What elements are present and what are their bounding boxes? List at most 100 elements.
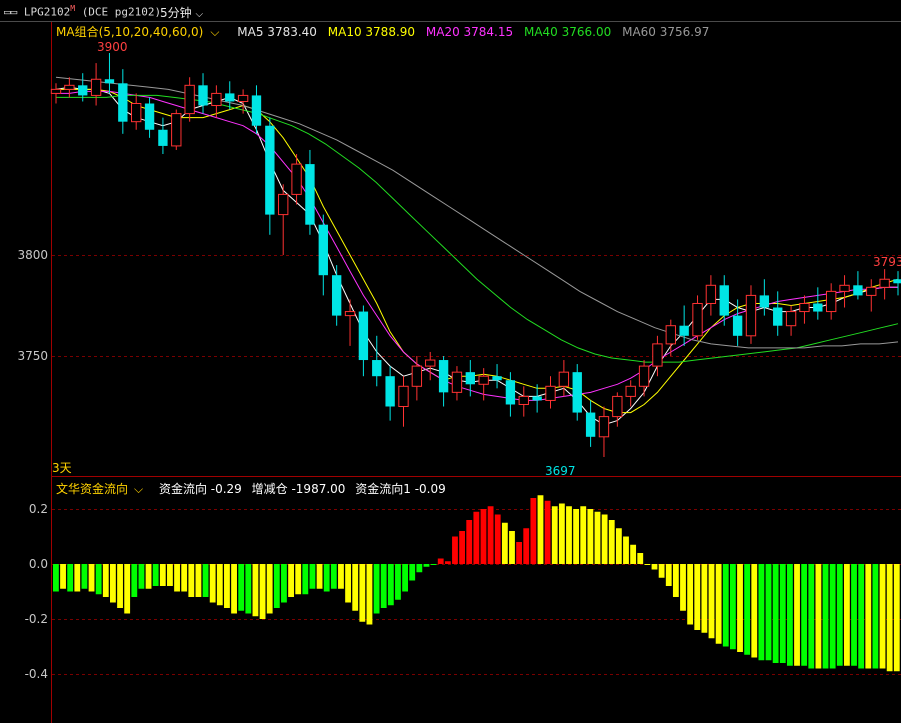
candle-body <box>131 103 142 123</box>
candle-body <box>305 164 315 225</box>
candle-body <box>866 286 877 296</box>
fund-flow-bar <box>829 564 836 669</box>
fund-flow-bar <box>608 520 615 564</box>
high-price-annotation: 3900 <box>97 40 128 54</box>
candle-body <box>839 284 850 292</box>
candle-body <box>318 224 328 276</box>
fund-flow-bar <box>665 564 672 586</box>
price-tick-label: 3800 <box>17 248 48 262</box>
fund-flow-bar <box>437 558 444 564</box>
fund-flow-bar <box>444 561 451 564</box>
ma-line-ma20 <box>56 90 898 401</box>
fund-flow-bar <box>516 542 523 564</box>
candle-body <box>465 372 475 385</box>
candle-body <box>171 113 182 147</box>
fund-flow-bar <box>288 564 294 597</box>
fund-flow-bar <box>658 564 665 578</box>
candle-body <box>78 85 88 96</box>
fund-flow-bar <box>715 564 722 644</box>
fund-flow-bar <box>744 564 751 655</box>
fund-flow-bar <box>893 564 900 672</box>
day-marker: 3天 <box>52 461 72 475</box>
fund-flow-bar <box>644 564 651 565</box>
fund-flow-bar <box>494 514 501 564</box>
fund-flow-bar <box>487 506 494 564</box>
fund-flow-bar <box>523 528 530 564</box>
candle-body <box>705 284 717 304</box>
fund-flow-bar <box>245 564 252 614</box>
fund-flow-bar <box>587 509 594 564</box>
fund-flow-bar <box>281 564 287 603</box>
fund-flow-bar <box>480 509 487 564</box>
chart-canvas[interactable]: 3800 3750 0.2 0.0 -0.2 -0.4 3900 3697 37… <box>0 0 901 723</box>
candle-body <box>759 295 770 308</box>
candle-body <box>291 163 302 195</box>
fund-flow-bar <box>751 564 758 658</box>
fund-flow-bar <box>131 564 138 597</box>
fund-flow-bar <box>808 564 815 669</box>
fund-flow-bar <box>167 564 173 586</box>
fund-flow-bar <box>509 531 515 564</box>
candle-body <box>198 85 208 106</box>
fund-flow-bar <box>551 506 558 564</box>
candle-body <box>692 302 703 337</box>
candle-body <box>90 78 102 96</box>
fund-flow-bar <box>501 522 508 564</box>
fund-flow-bar <box>202 564 209 597</box>
fund-flow-bar <box>88 564 95 592</box>
fund-flow-bar <box>836 564 843 666</box>
fund-flow-bar <box>623 536 629 564</box>
indicator-tick-label: 0.0 <box>29 557 48 571</box>
fund-flow-bar <box>708 564 715 639</box>
fund-flow-bar <box>181 564 188 592</box>
candle-body <box>358 311 369 361</box>
candle-body <box>638 365 650 387</box>
fund-flow-bar <box>594 511 601 564</box>
fund-flow-bar <box>145 564 152 589</box>
fund-flow-bar <box>266 564 273 614</box>
fund-flow-bar <box>601 514 608 564</box>
fund-flow-bar <box>273 564 280 608</box>
fund-flow-bar <box>81 564 88 589</box>
fund-flow-bar <box>302 564 309 595</box>
fund-flow-bar <box>74 564 81 592</box>
fund-flow-bar <box>110 564 116 603</box>
candle-body <box>879 278 890 288</box>
fund-flow-bar <box>537 495 544 564</box>
candle-body <box>518 395 529 405</box>
fund-flow-bar <box>359 564 366 622</box>
fund-flow-bar <box>758 564 765 661</box>
candle-body <box>679 325 689 336</box>
fund-flow-bar <box>338 564 344 589</box>
candle-body <box>372 360 382 377</box>
fund-flow-bar <box>566 506 572 564</box>
fund-flow-bar <box>373 564 380 614</box>
fund-flow-bar <box>530 498 537 564</box>
candle-body <box>652 343 663 367</box>
candle-body <box>853 285 863 296</box>
candle-body <box>558 371 570 387</box>
fund-flow-bar <box>195 564 202 597</box>
fund-flow-bar <box>580 506 587 564</box>
candle-body <box>237 94 249 102</box>
fund-flow-bar <box>858 564 865 669</box>
fund-flow-bar <box>801 564 808 666</box>
fund-flow-bar <box>459 531 466 564</box>
fund-flow-bar <box>843 564 850 666</box>
candle-body <box>665 325 676 345</box>
fund-flow-bar <box>323 564 330 592</box>
fund-flow-bar <box>772 564 779 663</box>
fund-flow-bar <box>544 500 551 564</box>
fund-flow-bar <box>60 564 66 589</box>
fund-flow-bar <box>886 564 893 672</box>
fund-flow-bar <box>729 564 736 650</box>
fund-flow-bar <box>672 564 679 597</box>
fund-flow-bar <box>152 564 159 586</box>
candle-body <box>492 376 502 381</box>
candle-body <box>785 311 797 327</box>
candle-body <box>104 79 115 84</box>
candle-body <box>625 385 636 397</box>
fund-flow-bar <box>366 564 373 625</box>
candle-body <box>211 92 222 107</box>
fund-flow-bar <box>138 564 145 589</box>
